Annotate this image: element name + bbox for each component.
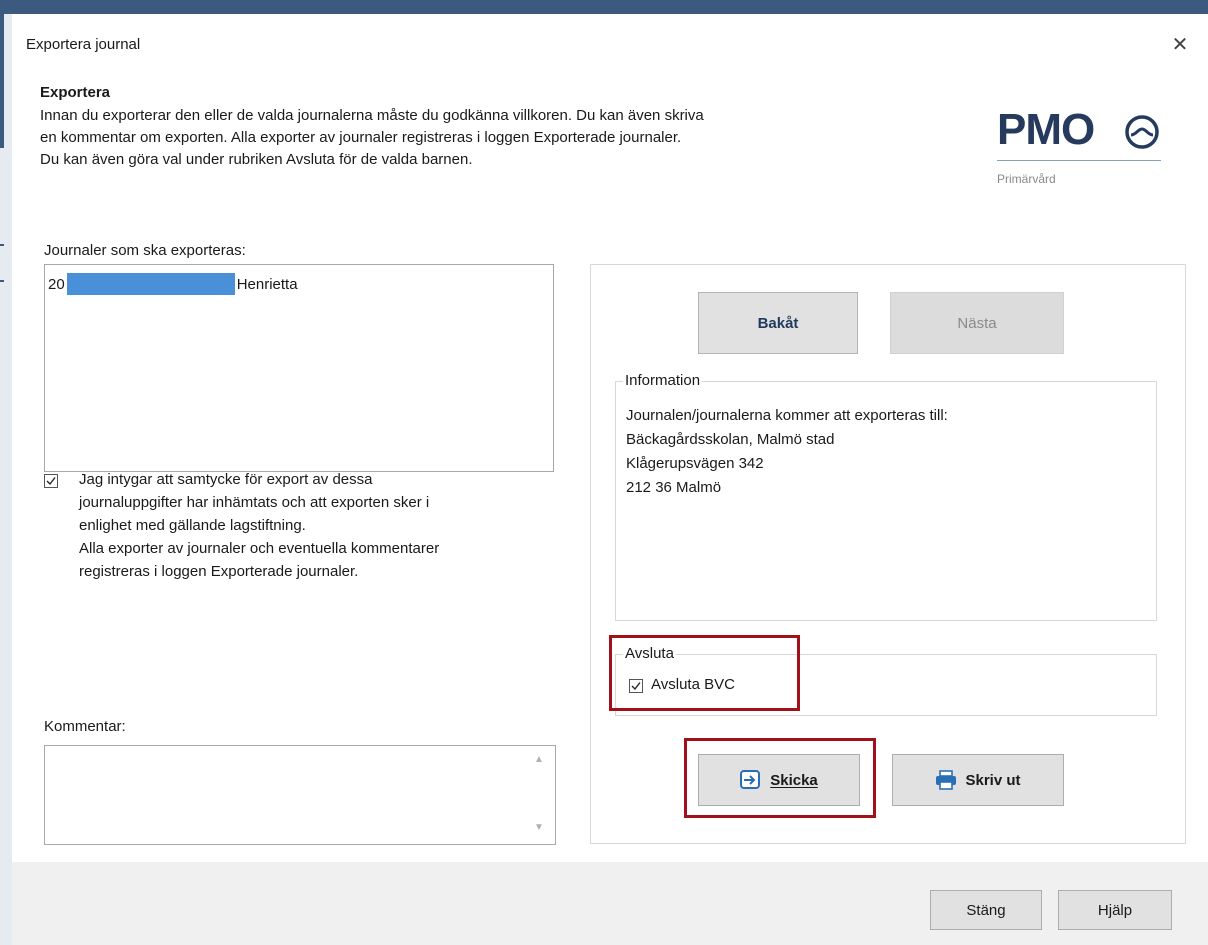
next-button[interactable]: Nästa <box>890 292 1064 354</box>
info-line: Journalen/journalerna kommer att exporte… <box>626 407 948 424</box>
print-label: Skriv ut <box>965 771 1021 789</box>
list-item[interactable]: 20 Henrietta <box>48 273 298 295</box>
back-button[interactable]: Bakåt <box>698 292 858 354</box>
info-line: 212 36 Malmö <box>626 479 722 496</box>
pmo-logo-icon <box>1124 114 1160 155</box>
help-button[interactable]: Hjälp <box>1058 890 1172 930</box>
close-icon[interactable]: ✕ <box>1166 30 1194 58</box>
highlight-send <box>684 738 876 818</box>
journal-name: Henrietta <box>236 275 298 293</box>
pmo-logo: PMO <box>997 105 1095 154</box>
highlight-avsluta <box>609 635 800 711</box>
close-button[interactable]: Stäng <box>930 890 1042 930</box>
consent-line: enlighet med gällande lagstiftning. <box>79 517 306 534</box>
dialog-title: Exportera journal <box>26 36 141 53</box>
logo-subtitle: Primärvård <box>997 172 1056 186</box>
redacted-id <box>66 273 235 295</box>
print-button[interactable]: Skriv ut <box>892 754 1064 806</box>
comment-label: Kommentar: <box>44 718 126 735</box>
intro-line: Innan du exporterar den eller de valda j… <box>40 107 704 124</box>
journal-id-prefix: 20 <box>48 275 65 293</box>
logo-divider <box>997 160 1161 161</box>
consent-line: registreras i loggen Exporterade journal… <box>79 563 359 580</box>
comment-textarea[interactable] <box>44 745 556 845</box>
journals-label: Journaler som ska exporteras: <box>44 242 246 259</box>
consent-line: Jag intygar att samtycke för export av d… <box>79 471 373 488</box>
section-heading: Exportera <box>40 84 111 101</box>
checkmark-icon <box>46 477 56 486</box>
information-title: Information <box>623 372 703 389</box>
consent-checkbox[interactable] <box>44 474 58 488</box>
intro-line: en kommentar om exporten. Alla exporter … <box>40 129 682 146</box>
journals-listbox[interactable]: 20 Henrietta <box>44 264 554 472</box>
intro-line: Du kan även göra val under rubriken Avsl… <box>40 151 473 168</box>
consent-line: Alla exporter av journaler och eventuell… <box>79 540 440 557</box>
consent-line: journaluppgifter har inhämtats och att e… <box>79 494 430 511</box>
info-line: Klågerupsvägen 342 <box>626 455 764 472</box>
information-text: Journalen/journalerna kommer att exporte… <box>626 404 1126 500</box>
info-line: Bäckagårdsskolan, Malmö stad <box>626 431 835 448</box>
background-window-edge <box>0 14 12 945</box>
intro-text: Innan du exporterar den eller de valda j… <box>40 105 920 171</box>
printer-icon <box>935 770 957 790</box>
consent-text: Jag intygar att samtycke för export av d… <box>79 468 559 583</box>
window-top-bar <box>0 0 1208 14</box>
